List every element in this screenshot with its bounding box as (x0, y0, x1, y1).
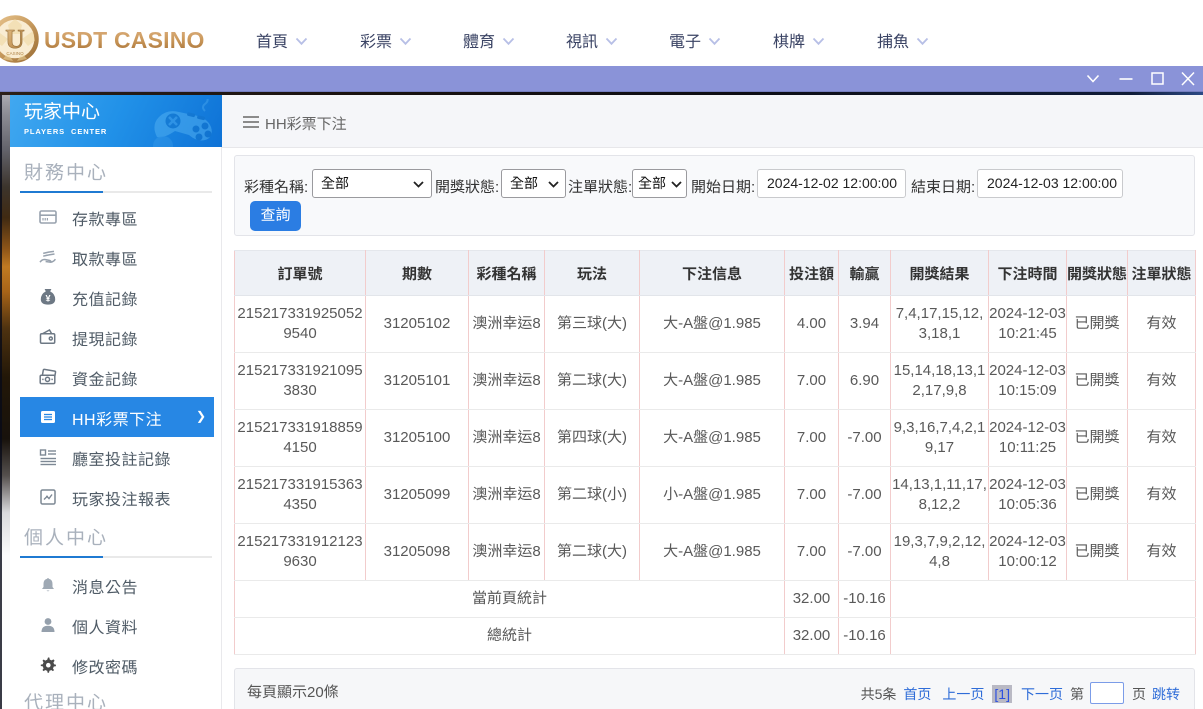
svg-text:¥: ¥ (45, 294, 50, 304)
